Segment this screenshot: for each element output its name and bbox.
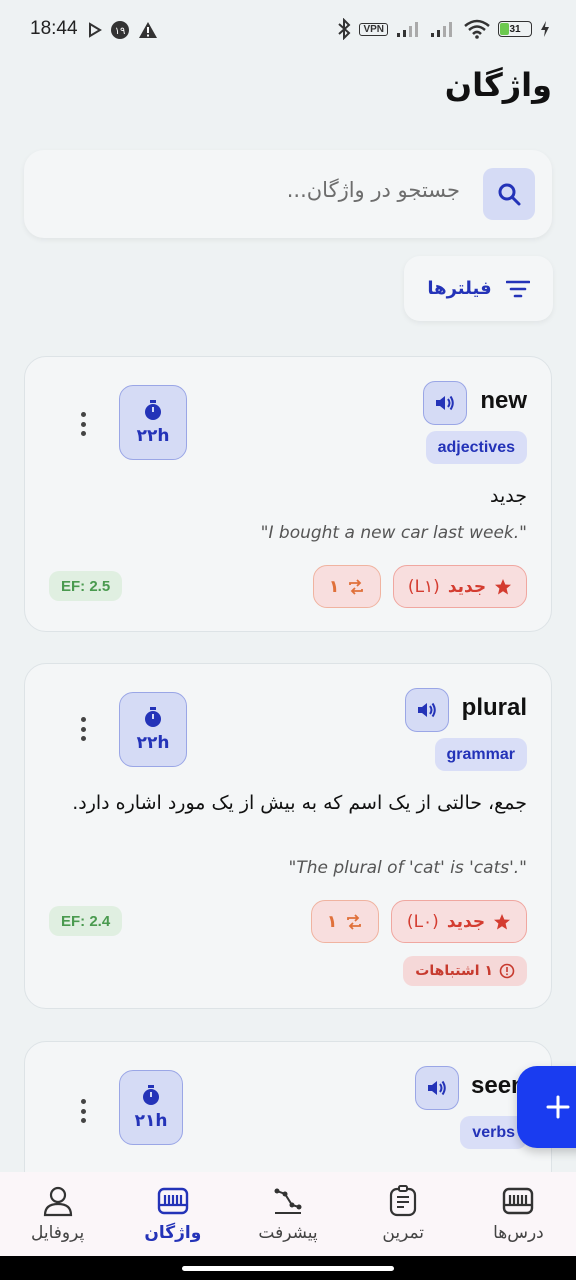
mistakes-label: ۱ اشتباهات <box>415 963 493 979</box>
nav-label: پروفایل <box>30 1223 85 1243</box>
example-sentence: ".'The plural of 'cat' is 'cats" <box>288 858 528 878</box>
filters-label: فیلترها <box>427 278 492 299</box>
ef-chip: EF: 2.4 <box>49 906 123 936</box>
word-meaning: جدید <box>490 485 527 507</box>
review-timer: ۲۲h <box>119 385 187 460</box>
status-level: (L۱) <box>407 576 440 597</box>
timer-icon <box>145 399 161 420</box>
nav-label: واژگان <box>144 1223 202 1243</box>
battery-icon: 31 <box>498 21 532 37</box>
vpn-icon: VPN <box>359 22 388 36</box>
speaker-icon <box>436 395 454 411</box>
repeat-count-chip: ۱ <box>311 900 379 943</box>
timer-icon <box>145 706 161 727</box>
lessons-icon <box>503 1187 534 1215</box>
timer-value: ۲۱h <box>134 1110 168 1131</box>
signal-icon <box>397 22 418 37</box>
mistakes-chip: ۱ اشتباهات <box>403 956 527 986</box>
home-indicator[interactable] <box>182 1266 394 1271</box>
nav-item-practice[interactable]: تمرین <box>346 1172 461 1256</box>
bottom-navigation: پروفایل واژگان پیشرفت تمرین درس‌ها <box>0 1172 576 1256</box>
vocabulary-icon <box>157 1187 188 1215</box>
nav-label: پیشرفت <box>258 1223 318 1243</box>
nav-item-progress[interactable]: پیشرفت <box>230 1172 345 1256</box>
nav-item-lessons[interactable]: درس‌ها <box>461 1172 576 1256</box>
word-card[interactable]: plural grammar ۲۲h جمع، حالتی از یک اسم … <box>24 663 552 1009</box>
status-label: جدید <box>447 576 487 597</box>
warning-icon <box>139 22 157 38</box>
status-level: (L۰) <box>406 911 439 932</box>
speak-button[interactable] <box>415 1066 459 1110</box>
clock: 18:44 <box>30 18 78 39</box>
nav-item-vocabulary[interactable]: واژگان <box>115 1172 230 1256</box>
word-meaning: جمع، حالتی از یک اسم که به بیش از یک مور… <box>72 792 527 814</box>
star-icon <box>494 913 511 929</box>
wifi-icon <box>464 19 490 39</box>
filters-button[interactable]: فیلترها <box>404 256 553 321</box>
status-bar: 18:44 ۱۹ VPN 31 <box>0 0 576 58</box>
search-bar <box>24 150 552 238</box>
speaker-icon <box>418 702 436 718</box>
speaker-icon <box>428 1080 446 1096</box>
notification-badge-icon: ۱۹ <box>111 21 129 39</box>
example-sentence: ".I bought a new car last week" <box>260 523 527 543</box>
more-options-button[interactable] <box>73 714 93 744</box>
practice-icon <box>390 1185 417 1217</box>
page-title: واژگان <box>444 66 552 104</box>
progress-icon <box>274 1188 302 1214</box>
word-text: new <box>480 387 527 414</box>
ef-chip: EF: 2.5 <box>49 571 123 601</box>
review-timer: ۲۲h <box>119 692 187 767</box>
signal-icon-2 <box>431 22 452 37</box>
repeat-count-chip: ۱ <box>313 565 381 608</box>
bluetooth-icon <box>338 18 351 40</box>
charging-icon <box>541 21 549 37</box>
alert-icon <box>499 963 515 979</box>
repeat-count: ۱ <box>328 576 340 597</box>
repeat-icon <box>347 913 362 930</box>
repeat-icon <box>349 578 364 595</box>
search-icon <box>498 183 521 206</box>
category-tag: adjectives <box>425 431 527 464</box>
svg-text:۱۹: ۱۹ <box>115 26 126 37</box>
search-button[interactable] <box>483 168 535 220</box>
word-text: plural <box>461 694 527 721</box>
word-card[interactable]: new adjectives ۲۲h جدید ".I bought a new… <box>24 356 552 632</box>
nav-label: تمرین <box>382 1223 425 1243</box>
add-word-button[interactable] <box>517 1066 576 1148</box>
plus-icon <box>546 1095 570 1119</box>
status-label: جدید <box>446 911 486 932</box>
nav-item-profile[interactable]: پروفایل <box>0 1172 115 1256</box>
status-chip: جدید (L۰) <box>391 900 527 943</box>
more-options-button[interactable] <box>73 1096 93 1126</box>
system-icons: VPN 31 <box>337 18 550 40</box>
speak-button[interactable] <box>405 688 449 732</box>
timer-icon <box>143 1084 159 1105</box>
speak-button[interactable] <box>423 381 467 425</box>
category-tag: grammar <box>434 738 527 771</box>
timer-value: ۲۲h <box>136 425 170 446</box>
nav-label: درس‌ها <box>493 1223 544 1243</box>
more-options-button[interactable] <box>73 409 93 439</box>
repeat-count: ۱ <box>326 911 338 932</box>
notification-icons: ۱۹ <box>88 20 158 40</box>
play-store-icon <box>89 22 102 38</box>
timer-value: ۲۲h <box>136 732 170 753</box>
filter-icon <box>505 280 530 297</box>
star-icon <box>495 578 512 594</box>
search-input[interactable] <box>80 178 460 202</box>
review-timer: ۲۱h <box>119 1070 183 1145</box>
profile-icon <box>43 1186 72 1217</box>
status-chip: جدید (L۱) <box>393 565 527 608</box>
